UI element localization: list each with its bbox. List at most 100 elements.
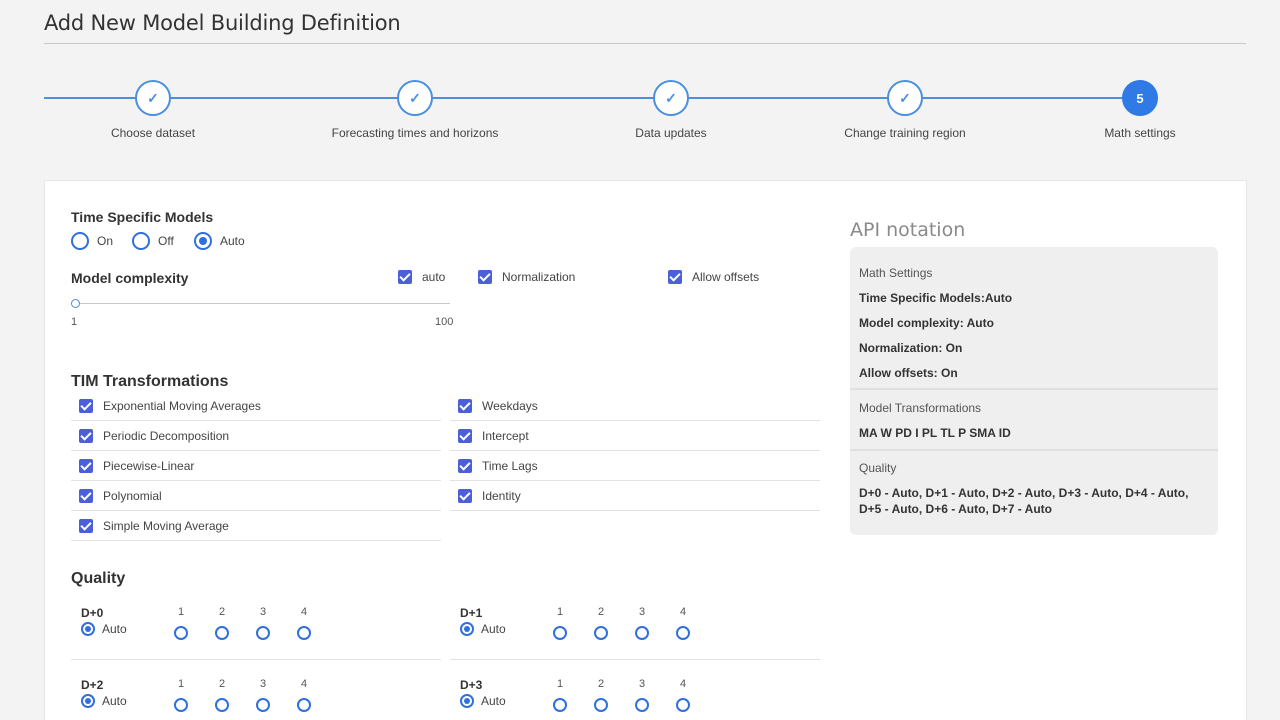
quality-level-label: 3 <box>259 678 267 690</box>
quality-block-d3: D+3 Auto 1 2 3 4 <box>450 672 820 720</box>
step-choose-dataset[interactable]: ✓ Choose dataset <box>53 80 253 140</box>
quality-level-label: 4 <box>300 678 308 690</box>
title-divider <box>44 43 1246 44</box>
tim-item[interactable]: Simple Moving Average <box>71 511 441 541</box>
check-icon: ✓ <box>135 80 171 116</box>
radio-icon[interactable] <box>460 694 474 708</box>
checkbox-checked-icon[interactable] <box>458 458 472 473</box>
radio-label: On <box>97 234 114 248</box>
checkbox-checked-icon[interactable] <box>458 428 472 443</box>
tim-item[interactable]: Exponential Moving Averages <box>71 391 441 421</box>
radio-icon[interactable] <box>81 622 95 636</box>
quality-level-radio[interactable] <box>297 698 311 712</box>
quality-level-radio[interactable] <box>553 626 567 640</box>
quality-level-label: 2 <box>597 606 605 618</box>
check-icon: ✓ <box>397 80 433 116</box>
quality-level-radio[interactable] <box>676 626 690 640</box>
radio-label: Auto <box>481 622 506 636</box>
tim-item[interactable]: Intercept <box>450 421 820 451</box>
checkbox-checked-icon[interactable] <box>79 488 93 503</box>
quality-divider <box>450 659 820 660</box>
quality-level-radio[interactable] <box>215 626 229 640</box>
checkbox-normalization[interactable]: Normalization <box>478 270 575 284</box>
tim-item[interactable]: Piecewise-Linear <box>71 451 441 481</box>
checkbox-checked-icon[interactable] <box>478 270 492 284</box>
radio-icon[interactable] <box>71 232 89 250</box>
tim-item-label: Piecewise-Linear <box>103 458 195 473</box>
radio-label: Auto <box>102 622 127 636</box>
radio-label: Auto <box>220 234 245 248</box>
radio-time-specific-off[interactable]: Off <box>132 232 174 250</box>
checkbox-checked-icon[interactable] <box>668 270 682 284</box>
quality-auto-option[interactable]: Auto <box>81 694 127 708</box>
api-notation-panel: Math Settings Time Specific Models:Auto … <box>850 247 1218 535</box>
quality-level-radio[interactable] <box>594 626 608 640</box>
radio-icon[interactable] <box>81 694 95 708</box>
tim-item[interactable]: Polynomial <box>71 481 441 511</box>
tim-item[interactable]: Identity <box>450 481 820 511</box>
checkbox-checked-icon[interactable] <box>458 488 472 503</box>
quality-level-radio[interactable] <box>174 698 188 712</box>
api-divider <box>850 388 1218 390</box>
checkbox-auto[interactable]: auto <box>398 270 445 284</box>
quality-level-label: 1 <box>177 678 185 690</box>
quality-auto-option[interactable]: Auto <box>81 622 127 636</box>
step-data-updates[interactable]: ✓ Data updates <box>571 80 771 140</box>
checkbox-checked-icon[interactable] <box>79 458 93 473</box>
api-transformations-heading: Model Transformations <box>859 401 982 415</box>
step-math-settings[interactable]: 5 Math settings <box>1040 80 1240 140</box>
quality-level-radio[interactable] <box>256 626 270 640</box>
radio-icon[interactable] <box>132 232 150 250</box>
radio-label: Off <box>158 234 174 248</box>
step-forecasting-times[interactable]: ✓ Forecasting times and horizons <box>315 80 515 140</box>
tim-item[interactable]: Weekdays <box>450 391 820 421</box>
radio-time-specific-on[interactable]: On <box>71 232 113 250</box>
quality-block-d2: D+2 Auto 1 2 3 4 <box>71 672 441 720</box>
api-divider <box>850 449 1218 451</box>
tim-item[interactable]: Time Lags <box>450 451 820 481</box>
quality-level-radio[interactable] <box>297 626 311 640</box>
tim-item-label: Periodic Decomposition <box>103 428 230 443</box>
complexity-slider-thumb[interactable] <box>71 299 80 308</box>
quality-level-radio[interactable] <box>256 698 270 712</box>
step-label: Math settings <box>1104 126 1176 140</box>
checkbox-checked-icon[interactable] <box>79 518 93 533</box>
radio-icon[interactable] <box>194 232 212 250</box>
quality-level-radio[interactable] <box>635 626 649 640</box>
radio-label: Auto <box>102 694 127 708</box>
complexity-slider-track[interactable] <box>71 303 450 304</box>
api-line: Normalization: On <box>859 341 963 355</box>
api-line: Allow offsets: On <box>859 366 958 380</box>
quality-level-radio[interactable] <box>676 698 690 712</box>
quality-level-label: 1 <box>556 678 564 690</box>
radio-icon[interactable] <box>460 622 474 636</box>
quality-level-label: 4 <box>300 606 308 618</box>
quality-auto-option[interactable]: Auto <box>460 694 506 708</box>
checkbox-checked-icon[interactable] <box>79 398 93 413</box>
quality-horizon-label: D+0 <box>81 606 104 620</box>
quality-horizon-label: D+3 <box>460 678 483 692</box>
checkbox-checked-icon[interactable] <box>79 428 93 443</box>
page: Add New Model Building Definition ✓ Choo… <box>0 0 1280 720</box>
api-quality-heading: Quality <box>859 461 897 475</box>
quality-level-label: 1 <box>556 606 564 618</box>
quality-auto-option[interactable]: Auto <box>460 622 506 636</box>
quality-level-radio[interactable] <box>635 698 649 712</box>
api-line: Model complexity: Auto <box>859 316 994 330</box>
step-label: Change training region <box>844 126 966 140</box>
step-label: Choose dataset <box>110 126 196 140</box>
checkbox-label: auto <box>422 270 446 284</box>
time-specific-label: Time Specific Models <box>71 209 214 225</box>
step-number: 5 <box>1122 80 1158 116</box>
radio-time-specific-auto[interactable]: Auto <box>194 232 245 250</box>
checkbox-allow-offsets[interactable]: Allow offsets <box>668 270 759 284</box>
quality-level-radio[interactable] <box>215 698 229 712</box>
checkbox-checked-icon[interactable] <box>458 398 472 413</box>
slider-max-label: 100 <box>435 316 454 328</box>
quality-level-radio[interactable] <box>553 698 567 712</box>
step-change-training-region[interactable]: ✓ Change training region <box>805 80 1005 140</box>
quality-level-radio[interactable] <box>594 698 608 712</box>
quality-level-radio[interactable] <box>174 626 188 640</box>
checkbox-checked-icon[interactable] <box>398 270 412 284</box>
tim-item[interactable]: Periodic Decomposition <box>71 421 441 451</box>
